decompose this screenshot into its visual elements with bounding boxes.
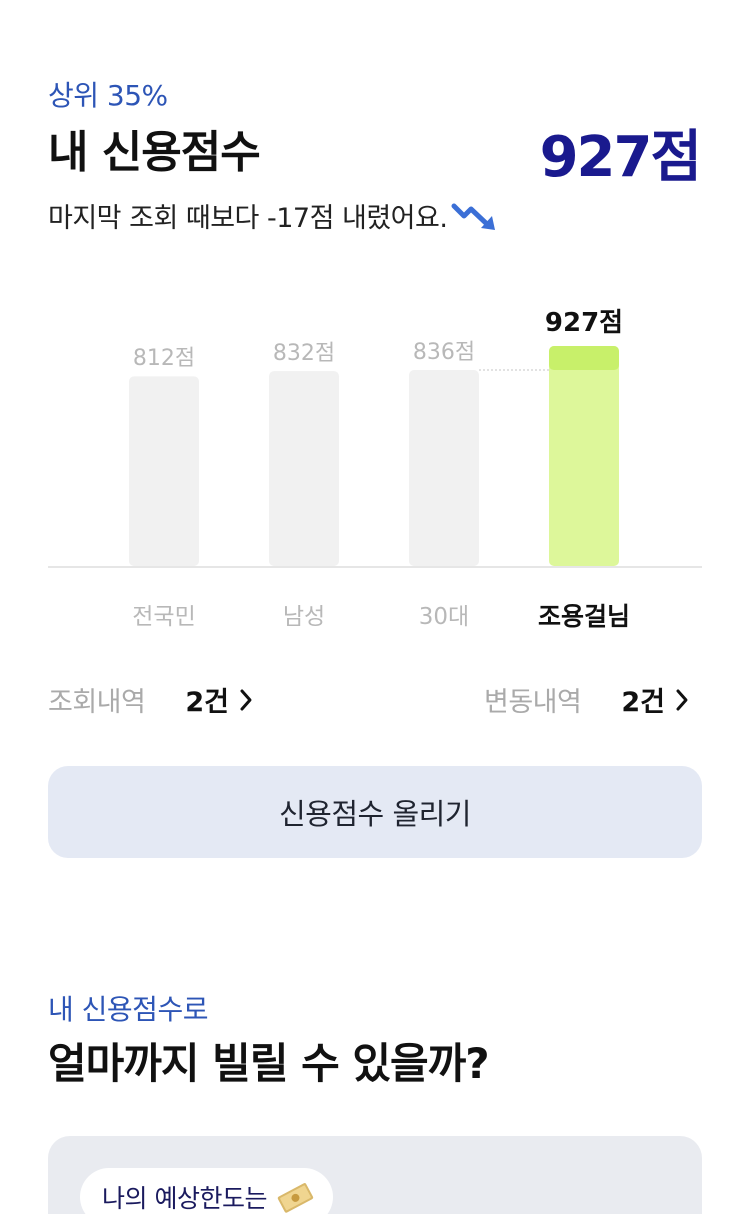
trend-down-icon <box>451 203 496 230</box>
bar-value-label: 832점 <box>272 341 336 367</box>
loan-section-title: 얼마까지 빌릴 수 있을까? <box>48 1039 490 1088</box>
rank-text: 상위 35% <box>48 79 168 112</box>
bar-2 <box>409 370 479 566</box>
bar-me-top-segment <box>549 346 619 371</box>
expected-limit-label: 나의 예상한도는 <box>102 1184 267 1213</box>
inquiry-history-count: 2건 <box>185 687 230 718</box>
bar-category-label: 조용걸님 <box>537 602 630 631</box>
bar-category-label: 전국민 <box>132 604 196 630</box>
score-comparison-chart: 812점전국민 832점남성 836점 30대 927점조용걸님 <box>48 290 702 640</box>
credit-score-page: 상위 35% 내 신용점수 927점 마지막 조회 때보다 -17점 내렸어요.… <box>0 0 750 1214</box>
raise-credit-score-button[interactable]: 신용점수 올리기 <box>48 766 702 858</box>
change-history-link[interactable]: 변동내역 2건 <box>484 680 691 719</box>
inquiry-history-label: 조회내역 <box>48 687 146 718</box>
loan-limit-card[interactable]: 나의 예상한도는 <box>48 1136 702 1214</box>
stats-row: 조회내역 2건 변동내역 2건 <box>48 680 702 720</box>
bar-value-label: 812점 <box>132 346 196 372</box>
bar-value-label: 836점 <box>412 340 476 366</box>
bar-category-label: 남성 <box>282 604 326 630</box>
bar-category-label: 30대 <box>418 604 470 630</box>
money-icon <box>277 1183 314 1213</box>
bar-value-label: 927점 <box>544 308 624 338</box>
score-change-text: 마지막 조회 때보다 -17점 내렸어요. <box>48 203 448 234</box>
bar-0 <box>129 376 199 566</box>
loan-section-kicker: 내 신용점수로 <box>48 993 208 1026</box>
credit-score-value: 927점 <box>539 125 702 190</box>
expected-limit-pill: 나의 예상한도는 <box>80 1168 333 1214</box>
chevron-right-icon <box>240 689 252 710</box>
bar-me <box>549 346 619 566</box>
page-title: 내 신용점수 <box>48 127 261 178</box>
inquiry-history-link[interactable]: 조회내역 2건 <box>48 680 255 719</box>
change-history-count: 2건 <box>621 687 666 718</box>
chevron-right-icon <box>676 689 688 710</box>
bar-1 <box>269 371 339 566</box>
score-change-row: 마지막 조회 때보다 -17점 내렸어요. <box>48 196 501 235</box>
change-history-label: 변동내역 <box>484 687 582 718</box>
